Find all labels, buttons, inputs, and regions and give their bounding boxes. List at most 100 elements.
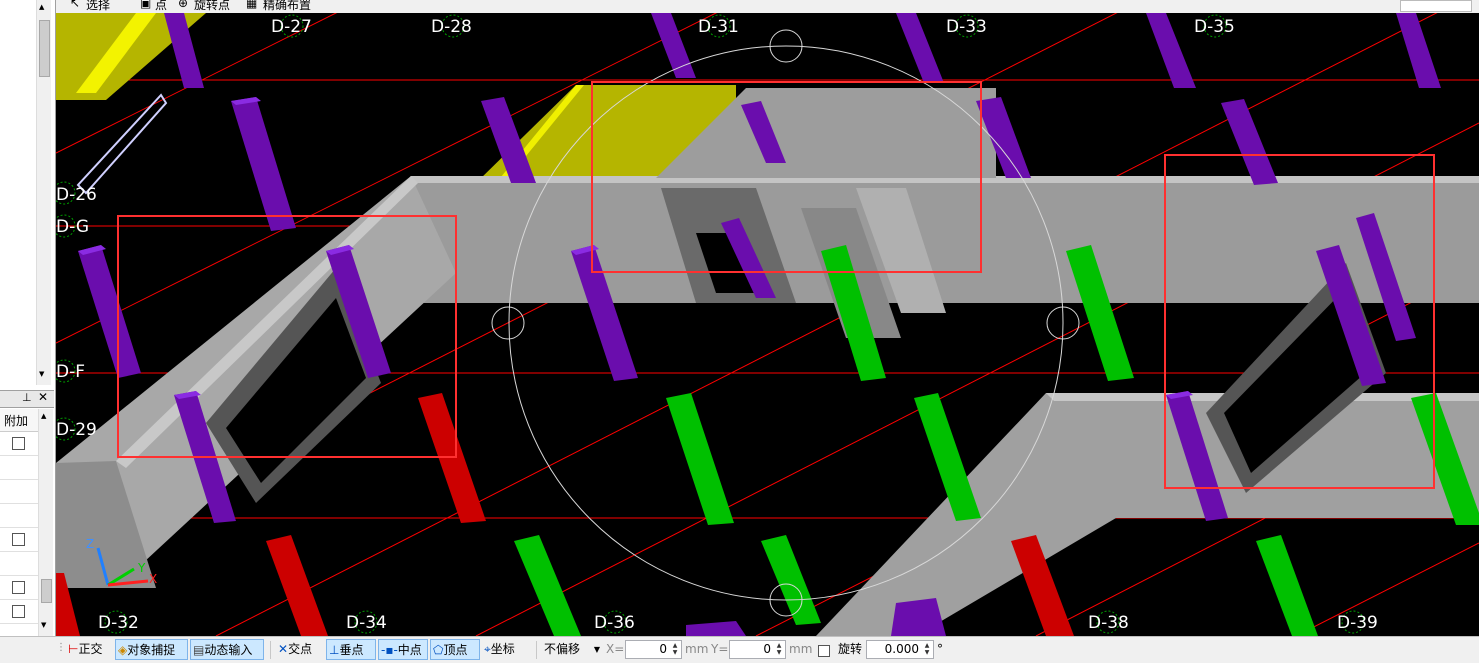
- chevron-down-icon: ▼: [593, 645, 600, 654]
- y-input[interactable]: 0 ▲ ▼: [729, 640, 786, 659]
- attr-row: [0, 480, 38, 504]
- vertex-label: 顶点: [443, 643, 468, 657]
- intersection-label: 交点: [288, 642, 313, 656]
- coordinate-icon: ⌖: [484, 642, 491, 656]
- grip-icon: ⋮: [56, 642, 66, 653]
- attr-row: [0, 552, 38, 576]
- point-button[interactable]: 点: [155, 0, 167, 13]
- vertex-icon: ⬠: [433, 643, 444, 657]
- attach-checkbox[interactable]: [12, 581, 25, 594]
- tree-scrollbar[interactable]: ▲ ▼: [36, 0, 51, 385]
- top-dropdown[interactable]: [1400, 0, 1472, 12]
- ortho-icon: ⊢: [68, 642, 79, 656]
- axis-label-top: D-33: [946, 17, 987, 37]
- perpendicular-icon: ⊥: [329, 643, 340, 657]
- x-label: X=: [606, 642, 625, 656]
- slab-opening: [76, 93, 168, 195]
- select-cursor-icon: ↖: [70, 0, 81, 10]
- dynamic-input-toggle[interactable]: ▤动态输入: [190, 639, 264, 660]
- perpendicular-label: 垂点: [339, 643, 364, 657]
- attr-scroll-thumb[interactable]: [41, 579, 52, 603]
- attach-checkbox[interactable]: [12, 533, 25, 546]
- y-input-value: 0: [763, 642, 771, 656]
- attr-column-header: 附加: [0, 409, 38, 432]
- axis-label-bottom: D-36: [594, 613, 635, 633]
- attach-checkbox[interactable]: [12, 605, 25, 618]
- axis-y-label: Y: [137, 561, 146, 575]
- axis-label-top: D-31: [698, 17, 739, 37]
- x-input[interactable]: 0 ▲ ▼: [625, 640, 682, 659]
- axis-label-bottom: D-38: [1088, 613, 1129, 633]
- tree-scroll-thumb[interactable]: [39, 20, 50, 77]
- attr-row: [0, 432, 38, 456]
- degree-symbol: °: [937, 642, 943, 656]
- rotate-label: 旋转: [838, 642, 863, 656]
- rotate-input[interactable]: 0.000 ▲ ▼: [866, 640, 934, 659]
- axis-z-label: Z: [86, 537, 94, 551]
- intersection-icon: ✕: [278, 642, 289, 656]
- select-button[interactable]: 选择: [86, 0, 110, 13]
- axis-label-top: D-35: [1194, 17, 1235, 37]
- axis-label-bottom: D-34: [346, 613, 387, 633]
- axis-label-left: D-F: [56, 362, 85, 382]
- axis-label-left: D-26: [56, 185, 97, 205]
- attach-checkbox[interactable]: [12, 437, 25, 450]
- intersection-snap[interactable]: ✕交点: [276, 639, 314, 660]
- scroll-down-icon[interactable]: ▼: [41, 621, 46, 629]
- dynamic-input-label: 动态输入: [204, 643, 253, 657]
- rotate-input-value: 0.000: [884, 642, 919, 656]
- axis-label-bottom: D-32: [98, 613, 139, 633]
- point-icon: ▣: [140, 0, 152, 10]
- rotate-checkbox[interactable]: [818, 645, 830, 657]
- attr-table: [0, 432, 38, 624]
- status-bar: ⋮ ⊢正交 ◈对象捕捉 ▤动态输入 ✕交点 ⊥垂点 -▪-中点 ⬠顶点 ⌖坐标 …: [0, 636, 1479, 663]
- column-label-attach: 附加: [4, 414, 29, 428]
- axis-label-bottom: D-39: [1337, 613, 1378, 633]
- close-icon[interactable]: ✕: [38, 390, 48, 404]
- scroll-up-icon[interactable]: ▲: [41, 412, 46, 420]
- rotate-point-icon: ⊕: [178, 0, 189, 10]
- rotate-spinner[interactable]: ▲ ▼: [922, 642, 932, 657]
- ortho-toggle[interactable]: ⊢正交: [66, 639, 104, 660]
- y-spinner[interactable]: ▲ ▼: [774, 642, 784, 657]
- y-unit: mm: [789, 642, 813, 656]
- rotate-point-button[interactable]: 旋转点: [194, 0, 230, 13]
- attr-row: [0, 456, 38, 480]
- offset-select[interactable]: 不偏移 ▼: [542, 639, 602, 660]
- precise-layout-button[interactable]: 精确布置: [263, 0, 311, 13]
- coordinate-label: 坐标: [490, 642, 515, 656]
- scroll-up-icon[interactable]: ▲: [39, 3, 44, 11]
- coordinate-snap[interactable]: ⌖坐标: [482, 639, 517, 660]
- x-input-value: 0: [659, 642, 667, 656]
- attr-row: [0, 528, 38, 552]
- 3d-viewport[interactable]: D-27 D-28 D-31 D-33 D-35 D-26 D-G D-F D-…: [56, 13, 1479, 636]
- dynamic-input-icon: ▤: [193, 643, 205, 657]
- x-spinner[interactable]: ▲ ▼: [670, 642, 680, 657]
- attr-panel-header: ⊥ ✕: [0, 390, 54, 408]
- attr-row: [0, 504, 38, 528]
- snap-label: 对象捕捉: [127, 643, 176, 657]
- separator: [536, 641, 537, 659]
- object-snap-toggle[interactable]: ◈对象捕捉: [115, 639, 188, 660]
- attr-row: [0, 576, 38, 600]
- axis-label-left: D-G: [56, 217, 89, 237]
- precise-layout-icon: ▦: [246, 0, 258, 10]
- left-panel: ▲ ▼ ⊥ ✕ 附加 ▲ ▼: [0, 0, 56, 636]
- snap-icon: ◈: [118, 643, 128, 657]
- attr-row: [0, 600, 38, 624]
- perpendicular-snap[interactable]: ⊥垂点: [326, 639, 376, 660]
- attr-scrollbar[interactable]: ▲ ▼: [38, 409, 53, 636]
- scene-svg: D-27 D-28 D-31 D-33 D-35 D-26 D-G D-F D-…: [56, 13, 1479, 636]
- separator: [270, 641, 271, 659]
- axis-label-left: D-29: [56, 420, 97, 440]
- axis-label-top: D-28: [431, 17, 472, 37]
- x-unit: mm: [685, 642, 709, 656]
- diag-wall-right: [816, 393, 1479, 636]
- midpoint-snap[interactable]: -▪-中点: [378, 639, 428, 660]
- ortho-label: 正交: [78, 642, 103, 656]
- midpoint-label: 中点: [397, 643, 422, 657]
- vertex-snap[interactable]: ⬠顶点: [430, 639, 480, 660]
- scroll-down-icon[interactable]: ▼: [39, 370, 44, 378]
- axis-label-top: D-27: [271, 17, 312, 37]
- pin-icon[interactable]: ⊥: [22, 391, 32, 404]
